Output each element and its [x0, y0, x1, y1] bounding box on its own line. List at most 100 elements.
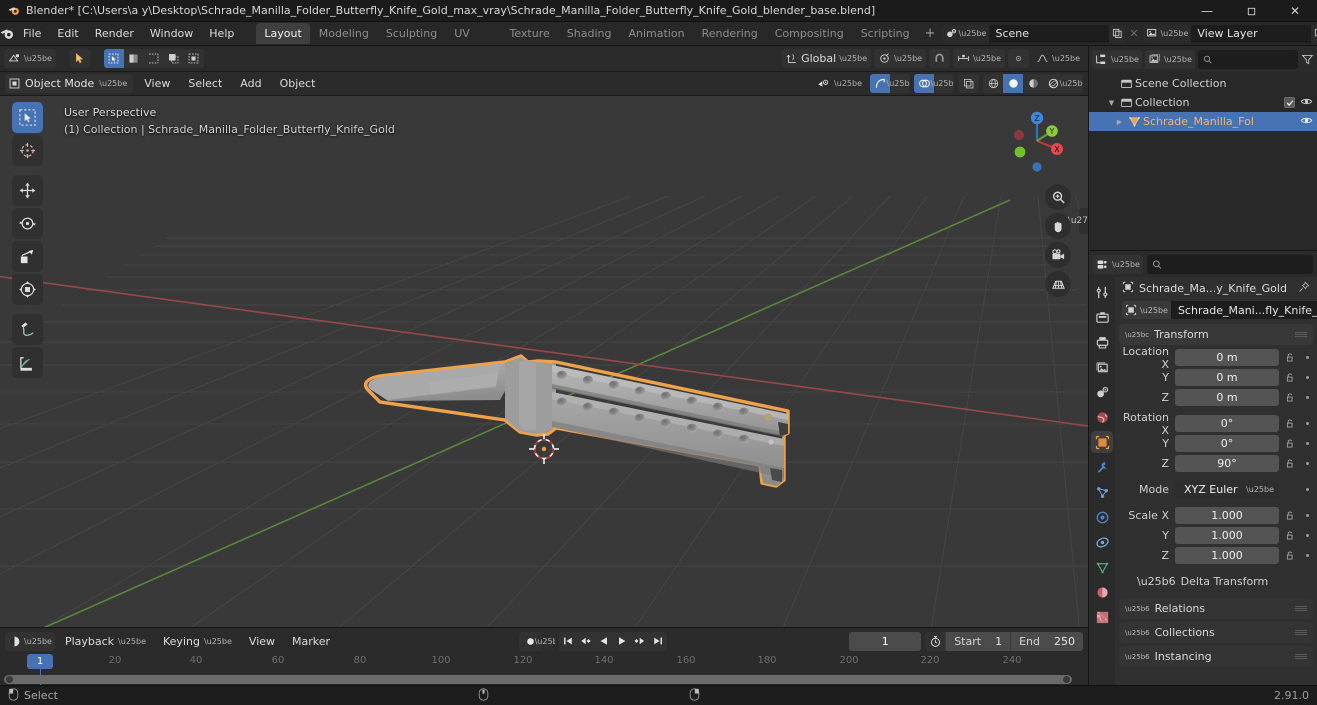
- tab-rendering[interactable]: Rendering: [694, 23, 766, 44]
- tab-sculpting[interactable]: Sculpting: [378, 23, 445, 44]
- field-rotation-y[interactable]: 0°: [1175, 435, 1279, 452]
- properties-tab-object[interactable]: [1091, 431, 1113, 453]
- viewport-menu-object[interactable]: Object: [273, 74, 323, 93]
- transform-orientation-button[interactable]: Global \u25be: [782, 49, 872, 68]
- tool-scale[interactable]: [12, 241, 43, 272]
- interaction-mode-dropdown[interactable]: Object Mode \u25be: [5, 74, 134, 93]
- chevron-right-icon[interactable]: ▶: [1113, 118, 1126, 126]
- view-layer-name-field[interactable]: View Layer: [1191, 24, 1312, 43]
- gizmo-options-dropdown[interactable]: \u25be: [887, 74, 910, 93]
- select-difference-button[interactable]: [183, 49, 204, 68]
- tab-uv-editing[interactable]: UV Editing: [446, 23, 500, 61]
- tab-compositing[interactable]: Compositing: [767, 23, 852, 44]
- panel-header-transform[interactable]: \u25bc Transform: [1119, 324, 1313, 345]
- select-box-button[interactable]: [103, 49, 124, 68]
- panel-drag-grip[interactable]: [1295, 332, 1307, 337]
- panel-drag-grip[interactable]: [1295, 630, 1307, 635]
- lock-icon[interactable]: [1283, 458, 1298, 469]
- scene-new-button[interactable]: [1109, 24, 1127, 43]
- collection-checkbox[interactable]: [1284, 97, 1295, 108]
- animate-property-dot[interactable]: [1302, 376, 1313, 379]
- camera-view-icon[interactable]: [1045, 242, 1071, 268]
- minimize-button[interactable]: —: [1185, 0, 1229, 22]
- start-frame-field[interactable]: Start 1: [945, 631, 1011, 651]
- properties-tab-particles[interactable]: [1091, 481, 1113, 503]
- scene-unlink-button[interactable]: ✕: [1126, 25, 1141, 43]
- transform-cursor-button[interactable]: [69, 49, 90, 68]
- properties-tab-physics[interactable]: [1091, 506, 1113, 528]
- tab-modeling[interactable]: Modeling: [311, 23, 377, 44]
- outliner-display-mode-button[interactable]: \u25be: [1144, 49, 1195, 69]
- play-reverse-button[interactable]: [595, 632, 613, 651]
- properties-tab-view-layer[interactable]: [1091, 356, 1113, 378]
- eye-icon[interactable]: [1300, 95, 1313, 111]
- tool-transform[interactable]: [12, 274, 43, 305]
- tool-cursor[interactable]: [12, 135, 43, 166]
- lock-icon[interactable]: [1283, 372, 1298, 383]
- animate-property-dot[interactable]: [1302, 422, 1313, 425]
- menu-render[interactable]: Render: [87, 24, 142, 44]
- outliner-row-scene-collection[interactable]: Scene Collection: [1089, 74, 1317, 93]
- lock-icon[interactable]: [1283, 418, 1298, 429]
- pan-hand-icon[interactable]: [1045, 213, 1071, 239]
- add-workspace-button[interactable]: +: [919, 26, 942, 41]
- animate-property-dot[interactable]: [1302, 442, 1313, 445]
- panel-header-collections[interactable]: \u25b6 Collections: [1119, 622, 1313, 643]
- panel-drag-grip[interactable]: [1295, 654, 1307, 659]
- zoom-icon[interactable]: [1045, 184, 1071, 210]
- tab-scripting[interactable]: Scripting: [853, 23, 918, 44]
- lock-icon[interactable]: [1283, 352, 1298, 363]
- jump-to-start-button[interactable]: [559, 632, 577, 651]
- lock-icon[interactable]: [1283, 510, 1298, 521]
- snap-target-button[interactable]: \u25be: [953, 49, 1006, 68]
- properties-tab-render[interactable]: [1091, 306, 1113, 328]
- panel-drag-grip[interactable]: [1295, 606, 1307, 611]
- field-rotation-mode[interactable]: XYZ Euler \u25be: [1175, 481, 1279, 498]
- timeline-menu-keying[interactable]: Keying \u25be: [156, 632, 239, 651]
- panel-header-instancing[interactable]: \u25b6 Instancing: [1119, 646, 1313, 667]
- material-preview-button[interactable]: [1023, 74, 1043, 93]
- animate-property-dot[interactable]: [1302, 514, 1313, 517]
- outliner-row-collection[interactable]: ▼ Collection: [1089, 93, 1317, 112]
- outliner-search[interactable]: [1197, 49, 1298, 69]
- properties-tab-modifiers[interactable]: [1091, 456, 1113, 478]
- pivot-point-button[interactable]: \u25be: [874, 49, 927, 68]
- overlay-options-dropdown[interactable]: \u25be: [931, 74, 954, 93]
- field-scale-x[interactable]: 1.000: [1175, 507, 1279, 524]
- properties-search[interactable]: [1146, 254, 1313, 274]
- field-location-y[interactable]: 0 m: [1175, 369, 1279, 386]
- properties-tab-scene[interactable]: [1091, 381, 1113, 403]
- tab-layout[interactable]: Layout: [256, 23, 310, 44]
- close-button[interactable]: ✕: [1273, 0, 1317, 22]
- xray-toggle-button[interactable]: [958, 74, 979, 93]
- field-location-x[interactable]: 0 m: [1175, 349, 1279, 366]
- properties-tab-texture[interactable]: [1091, 606, 1113, 628]
- jump-to-prev-keyframe-button[interactable]: [577, 632, 595, 651]
- view-layer-new-button[interactable]: [1311, 24, 1317, 43]
- pin-icon[interactable]: [1298, 280, 1310, 296]
- scene-name-field[interactable]: Scene: [989, 24, 1110, 43]
- menu-help[interactable]: Help: [201, 24, 242, 44]
- menu-window[interactable]: Window: [142, 24, 201, 44]
- lock-icon[interactable]: [1283, 530, 1298, 541]
- field-rotation-x[interactable]: 0°: [1175, 415, 1279, 432]
- panel-header-delta-transform[interactable]: \u25b6 Delta Transform: [1119, 572, 1313, 591]
- outliner-editor-type-button[interactable]: \u25be: [1092, 49, 1142, 69]
- properties-tab-tool[interactable]: [1091, 281, 1113, 303]
- shading-options-dropdown[interactable]: \u25be: [1060, 74, 1083, 93]
- properties-tab-object-data[interactable]: [1091, 556, 1113, 578]
- properties-tab-material[interactable]: [1091, 581, 1113, 603]
- eye-icon[interactable]: [1300, 114, 1313, 130]
- scene-icon[interactable]: \u25be: [941, 24, 990, 43]
- orthographic-toggle-icon[interactable]: [1045, 271, 1071, 297]
- jump-to-end-button[interactable]: [649, 632, 667, 651]
- scrollbar-right-handle[interactable]: [1063, 676, 1070, 683]
- sidebar-toggle-arrow[interactable]: \u276e: [1068, 208, 1088, 234]
- editor-type-button[interactable]: \u25be: [4, 49, 56, 68]
- solid-shading-button[interactable]: [1003, 74, 1023, 93]
- tool-rotate[interactable]: [12, 208, 43, 239]
- lock-icon[interactable]: [1283, 392, 1298, 403]
- maximize-button[interactable]: [1229, 0, 1273, 22]
- viewport-menu-view[interactable]: View: [137, 74, 177, 93]
- field-scale-y[interactable]: 1.000: [1175, 527, 1279, 544]
